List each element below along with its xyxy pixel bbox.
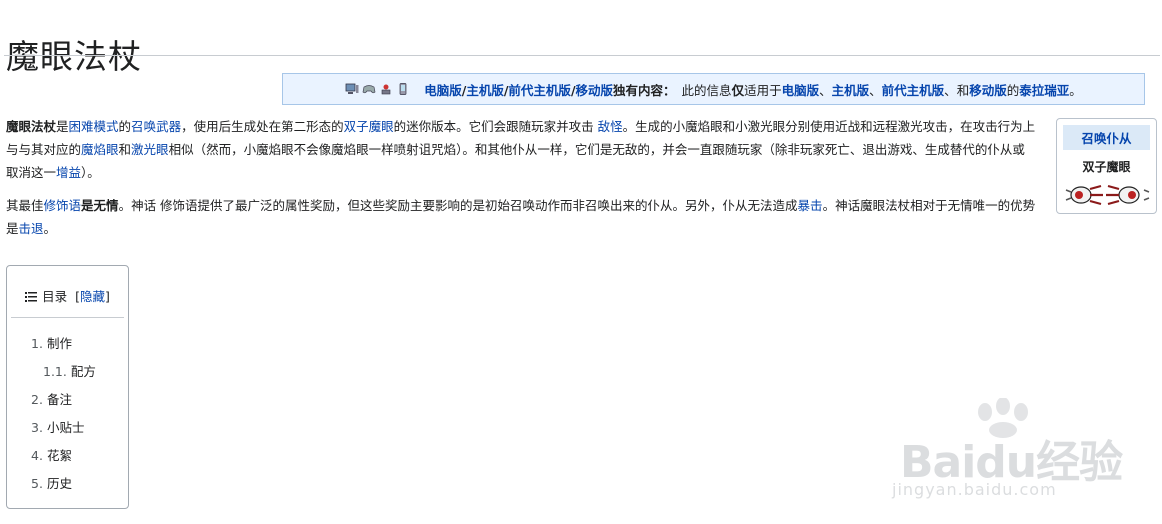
applies-mobile[interactable]: 移动版	[969, 83, 1007, 98]
applies-console[interactable]: 主机版	[832, 83, 870, 98]
p2-text-3: 。神话 修饰语提供了最广泛的属性奖励，但这些奖励主要影响的是初始召唤动作而非召唤…	[118, 198, 798, 213]
toc-num: 5.	[31, 476, 43, 491]
link-summon-weapon[interactable]: 召唤武器	[131, 119, 181, 134]
notice-applies: 适用于	[744, 82, 782, 98]
link-old-console-version[interactable]: 前代主机版	[508, 83, 571, 98]
toc-item-crafting[interactable]: 1. 制作	[31, 333, 72, 352]
console-icon	[362, 85, 376, 94]
p1-text-1: 是	[56, 119, 69, 134]
toc-item-history[interactable]: 5. 历史	[31, 473, 72, 492]
link-spazmatism[interactable]: 魔焰眼	[81, 142, 119, 157]
notice-only: 仅	[731, 82, 745, 98]
infobox-header: 召唤仆从	[1063, 125, 1150, 150]
toc-item-trivia[interactable]: 4. 花絮	[31, 445, 72, 464]
applies-pc[interactable]: 电脑版	[782, 83, 820, 98]
p1-text-4: 的迷你版本。它们会跟随玩家并攻击	[393, 119, 594, 134]
toc-label: 历史	[46, 476, 72, 491]
notice-of: 的	[1006, 82, 1020, 98]
infobox: 召唤仆从 双子魔眼	[1056, 118, 1157, 214]
platform-icons	[345, 83, 410, 95]
title-divider	[4, 55, 1160, 56]
link-modifiers[interactable]: 修饰语	[44, 198, 82, 213]
toc-divider	[11, 317, 124, 318]
toc-num: 3.	[31, 420, 43, 435]
list-icon	[25, 292, 38, 302]
modifier-paragraph: 其最佳修饰语是无情。神话 修饰语提供了最广泛的属性奖励，但这些奖励主要影响的是初…	[6, 194, 1036, 240]
link-knockback[interactable]: 击退	[19, 221, 44, 236]
intro-paragraph: 魔眼法杖是困难模式的召唤武器，使用后生成处在第二形态的双子魔眼的迷你版本。它们会…	[6, 115, 1036, 184]
pc-icon	[345, 83, 359, 94]
link-terraria[interactable]: 泰拉瑞亚	[1019, 83, 1069, 98]
link-the-twins[interactable]: 双子魔眼	[344, 119, 394, 134]
link-hardmode[interactable]: 困难模式	[69, 119, 119, 134]
toc-label: 制作	[46, 336, 72, 351]
link-buff[interactable]: 增益	[56, 165, 81, 180]
notice-and: 和	[956, 82, 970, 98]
link-retinazer[interactable]: 激光眼	[131, 142, 169, 157]
intro-bold-title: 魔眼法杖	[6, 119, 57, 134]
watermark-url: jingyan.baidu.com	[892, 480, 1057, 499]
toc-label: 小贴士	[46, 420, 85, 435]
p2-bold-ruthless: 无情	[93, 198, 119, 213]
toc-num: 1.1.	[43, 364, 67, 379]
platform-notice: 电脑版/主机版/前代主机版/移动版独有内容： 此的信息仅适用于电脑版、主机版、前代…	[282, 73, 1145, 105]
p2-text-1: 其最佳	[6, 198, 44, 213]
table-of-contents: 目录 [隐藏] 1. 制作 1.1. 配方 2. 备注 3. 小贴士 4. 花絮 5. 历史	[6, 265, 129, 509]
twins-minion-sprite-icon	[1065, 184, 1150, 206]
p1-text-6: 和	[118, 142, 132, 157]
p1-text-8: ）。	[81, 165, 100, 180]
applies-old-console[interactable]: 前代主机版	[882, 83, 945, 98]
old-console-icon	[381, 84, 391, 95]
notice-info-pre: 此的信息	[681, 82, 732, 98]
infobox-header-link[interactable]: 召唤仆从	[1081, 128, 1131, 147]
toc-num: 2.	[31, 392, 43, 407]
p2-text-5: 。	[43, 221, 57, 236]
toc-label: 花絮	[46, 448, 72, 463]
notice-period: 。	[1069, 82, 1082, 98]
toc-num: 1.	[31, 336, 43, 351]
mobile-icon	[399, 83, 407, 95]
toc-label: 备注	[46, 392, 72, 407]
toc-header: 目录 [隐藏]	[7, 286, 128, 305]
toc-title: 目录	[42, 289, 68, 304]
toc-num: 4.	[31, 448, 43, 463]
exclusive-label: 独有内容：	[613, 82, 676, 98]
link-console-version[interactable]: 主机版	[466, 83, 504, 98]
link-mobile-version[interactable]: 移动版	[576, 83, 614, 98]
link-enemies[interactable]: 敌怪	[598, 119, 623, 134]
toc-item-recipe[interactable]: 1.1. 配方	[43, 361, 96, 380]
toc-label: 配方	[70, 364, 96, 379]
toc-toggle-link[interactable]: 隐藏	[80, 289, 105, 304]
link-critical-hit[interactable]: 暴击	[798, 198, 823, 213]
notice-text: 电脑版/主机版/前代主机版/移动版独有内容： 此的信息仅适用于电脑版、主机版、前代…	[424, 82, 1082, 98]
toc-item-tips[interactable]: 3. 小贴士	[31, 417, 84, 436]
toc-item-notes[interactable]: 2. 备注	[31, 389, 72, 408]
p2-text-2: 是	[81, 198, 94, 213]
infobox-minion-name: 双子魔眼	[1082, 160, 1131, 174]
p1-text-2: 的	[118, 119, 132, 134]
p1-text-3: ，使用后生成处在第二形态的	[181, 119, 344, 134]
link-pc-version[interactable]: 电脑版	[424, 83, 462, 98]
